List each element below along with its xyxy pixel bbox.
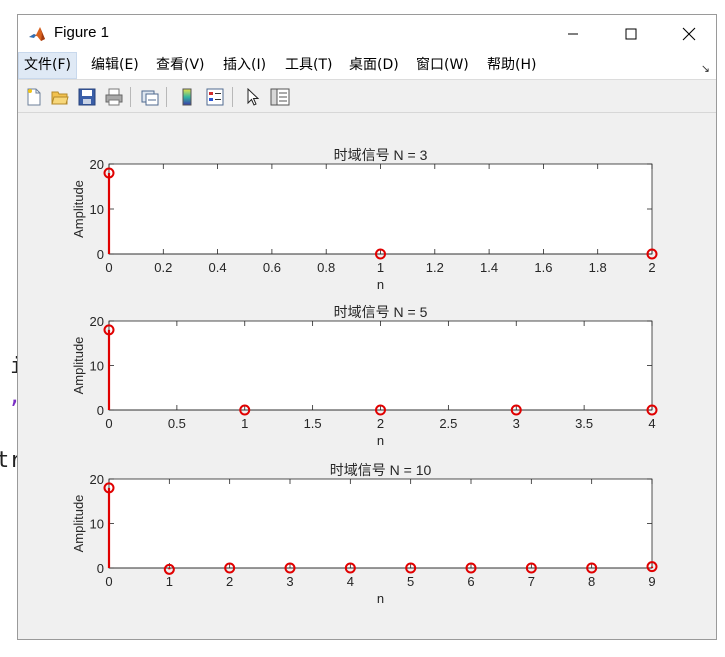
- y-axis-label: Amplitude: [71, 180, 86, 238]
- figure-window: Figure 1 文件(F) 编辑(E) 查看(V) 插入(I) 工具(T) 桌…: [17, 14, 717, 640]
- x-tick-label: 0.4: [209, 260, 227, 275]
- x-tick-label: 4: [648, 416, 655, 431]
- x-tick-label: 1.8: [589, 260, 607, 275]
- pointer-icon[interactable]: [241, 85, 265, 109]
- x-axis-label: n: [377, 277, 384, 292]
- y-tick-label: 10: [90, 359, 104, 374]
- print-icon[interactable]: [102, 85, 126, 109]
- plots-canvas[interactable]: 0 0.2 0.4 0.6 0.8 1 1.2 1.4 1.6 1.8 201020时域信号 N =…: [18, 113, 716, 639]
- y-tick-label: 20: [90, 157, 104, 172]
- menu-overflow-arrow-icon[interactable]: ↘: [701, 62, 710, 75]
- matlab-logo-icon: [28, 25, 46, 43]
- minimize-button[interactable]: [544, 15, 602, 52]
- minimize-icon: [568, 33, 578, 34]
- maximize-button[interactable]: [602, 15, 660, 52]
- menu-help[interactable]: 帮助(H): [482, 52, 541, 79]
- x-tick-label: 1: [377, 260, 384, 275]
- x-tick-label: 2: [648, 260, 655, 275]
- x-tick-label: 2: [377, 416, 384, 431]
- y-axis-label: Amplitude: [71, 495, 86, 553]
- y-tick-label: 20: [90, 472, 104, 487]
- y-tick-label: 20: [90, 314, 104, 329]
- title-bar[interactable]: Figure 1: [18, 15, 716, 52]
- menu-tools[interactable]: 工具(T): [280, 52, 337, 79]
- x-tick-label: 2.5: [439, 416, 457, 431]
- figure-toolbar: [18, 81, 716, 113]
- figure-canvas[interactable]: 0 0.2 0.4 0.6 0.8 1 1.2 1.4 1.6 1.8 2 0 10 20 时域信号 N =…: [18, 113, 716, 643]
- x-tick-label: 0: [105, 416, 112, 431]
- x-tick-label: 0.5: [168, 416, 186, 431]
- new-figure-icon[interactable]: [22, 85, 46, 109]
- x-tick-label: 0.8: [317, 260, 335, 275]
- menu-view[interactable]: 查看(V): [151, 52, 210, 79]
- axes-box[interactable]: [108, 478, 653, 569]
- x-tick-label: 0.6: [263, 260, 281, 275]
- toolbar-separator: [232, 87, 233, 107]
- window-title: Figure 1: [54, 24, 110, 41]
- toolbar-separator: [166, 87, 167, 107]
- open-file-icon[interactable]: [48, 85, 72, 109]
- x-tick-label: 1.6: [534, 260, 552, 275]
- x-tick-label: 4: [347, 574, 354, 589]
- toolbar-separator: [130, 87, 131, 107]
- y-tick-label: 10: [90, 202, 104, 217]
- y-tick-label: 0: [97, 403, 104, 418]
- x-tick-label: 5: [407, 574, 414, 589]
- axes-box[interactable]: [108, 320, 653, 411]
- axes-title: 时域信号 N = 3: [334, 147, 428, 163]
- menu-edit[interactable]: 编辑(E): [86, 52, 144, 79]
- save-icon[interactable]: [75, 85, 99, 109]
- property-inspector-icon[interactable]: [268, 85, 292, 109]
- y-tick-label: 0: [97, 247, 104, 262]
- x-tick-label: 0.2: [154, 260, 172, 275]
- x-tick-label: 0: [105, 260, 112, 275]
- close-button[interactable]: [660, 15, 718, 52]
- x-tick-label: 2: [226, 574, 233, 589]
- close-icon: [682, 27, 696, 40]
- menu-window[interactable]: 窗口(W): [411, 52, 474, 79]
- menu-insert[interactable]: 插入(I): [218, 52, 271, 79]
- x-axis-label: n: [377, 591, 384, 606]
- y-tick-label: 0: [97, 561, 104, 576]
- axes-title: 时域信号 N = 10: [330, 462, 432, 478]
- menu-desktop[interactable]: 桌面(D): [344, 52, 404, 79]
- x-tick-label: 3.5: [575, 416, 593, 431]
- x-tick-label: 1.2: [426, 260, 444, 275]
- menu-bar: 文件(F) 编辑(E) 查看(V) 插入(I) 工具(T) 桌面(D) 窗口(W…: [18, 52, 716, 80]
- x-tick-label: 1.5: [304, 416, 322, 431]
- x-tick-label: 6: [467, 574, 474, 589]
- link-plot-icon[interactable]: [138, 85, 162, 109]
- insert-legend-icon[interactable]: [203, 85, 227, 109]
- maximize-icon: [625, 28, 637, 39]
- x-tick-label: 8: [588, 574, 595, 589]
- x-tick-label: 1: [166, 574, 173, 589]
- x-tick-label: 0: [105, 574, 112, 589]
- y-tick-label: 10: [90, 517, 104, 532]
- menu-file[interactable]: 文件(F): [18, 52, 77, 79]
- x-tick-label: 3: [513, 416, 520, 431]
- x-tick-label: 7: [528, 574, 535, 589]
- axes-box[interactable]: [108, 163, 653, 255]
- insert-colorbar-icon[interactable]: [175, 85, 199, 109]
- x-tick-label: 1: [241, 416, 248, 431]
- axes-title: 时域信号 N = 5: [334, 304, 428, 320]
- x-tick-label: 1.4: [480, 260, 498, 275]
- x-tick-label: 3: [286, 574, 293, 589]
- x-tick-label: 9: [648, 574, 655, 589]
- y-axis-label: Amplitude: [71, 337, 86, 395]
- x-axis-label: n: [377, 433, 384, 448]
